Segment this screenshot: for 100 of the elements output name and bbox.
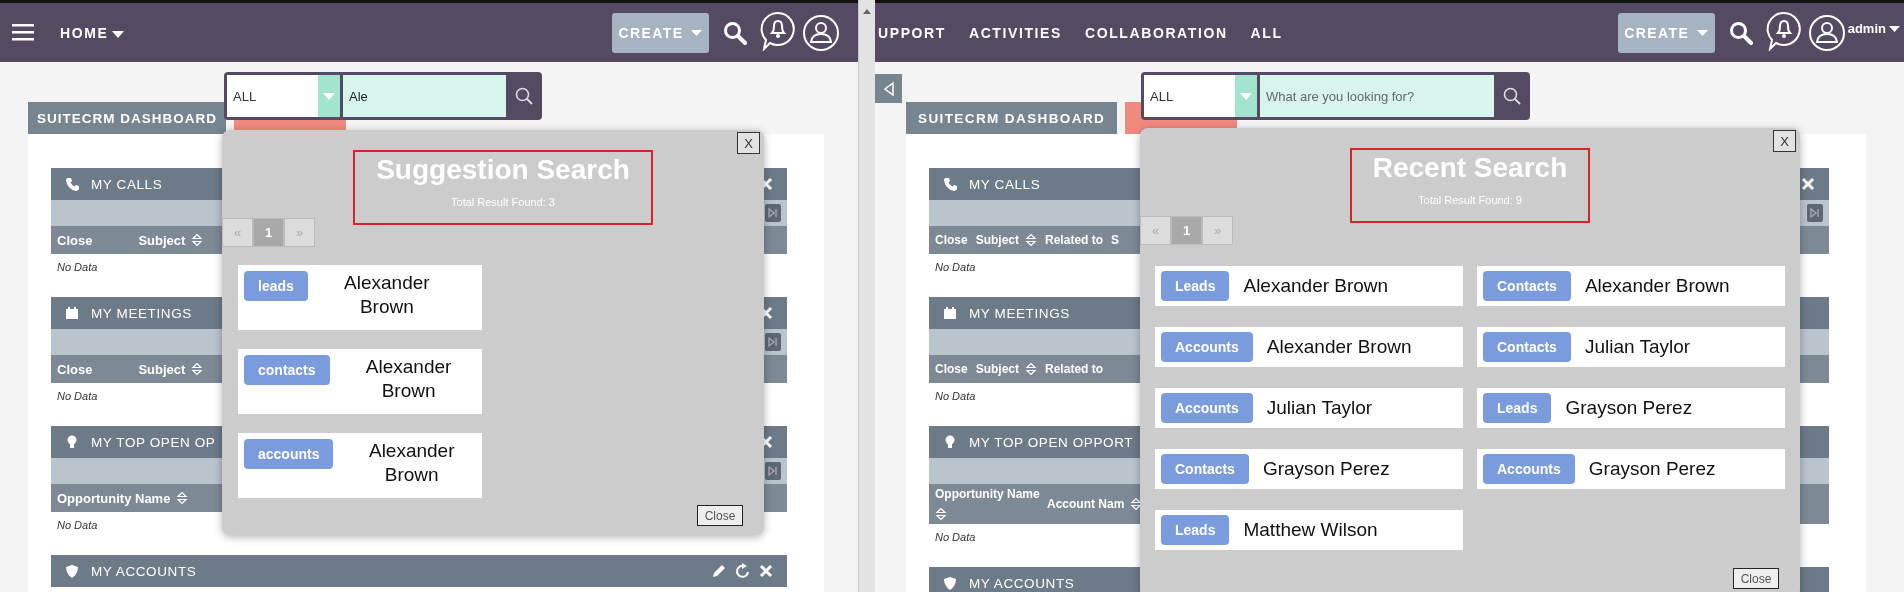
result-card[interactable]: Leads Matthew Wilson [1155, 510, 1463, 550]
calendar-icon [943, 306, 957, 320]
caret-icon [1697, 29, 1709, 36]
result-name: Alexander Brown [1584, 275, 1730, 297]
column-header[interactable]: Opportunity Name [935, 487, 1040, 501]
column-header[interactable]: S [1111, 233, 1120, 247]
close-button[interactable]: Close [1733, 568, 1779, 589]
result-name: Julian Taylor [1584, 336, 1691, 358]
result-name: Alexander Brown [1266, 336, 1412, 358]
nav-link[interactable]: COLLABORATION [1084, 24, 1228, 41]
empty-message: No Data [935, 261, 976, 273]
column-header[interactable]: Close [57, 232, 93, 248]
search-field[interactable]: Ale [343, 75, 506, 117]
column-header[interactable]: Close [935, 233, 968, 247]
phone-icon [943, 177, 957, 191]
menu-button[interactable] [12, 24, 34, 41]
user-menu[interactable]: admin [1845, 21, 1900, 36]
triangle-left-icon [882, 81, 895, 96]
result-card[interactable]: Leads Grayson Perez [1477, 388, 1785, 428]
result-card[interactable]: Accounts Julian Taylor [1155, 388, 1463, 428]
close-icon[interactable] [1801, 177, 1815, 191]
result-card[interactable]: contacts Alexander Brown [238, 349, 482, 414]
notification-bell-icon[interactable] [1764, 10, 1803, 51]
caret-icon [691, 29, 703, 36]
phone-icon [65, 177, 79, 191]
caret-icon [1235, 75, 1257, 117]
result-card[interactable]: leads Alexander Brown [238, 265, 482, 330]
result-name: Alexander Brown [364, 355, 453, 403]
column-header[interactable]: Close [57, 361, 93, 377]
pencil-icon[interactable] [711, 563, 727, 579]
result-card[interactable]: Accounts Grayson Perez [1477, 449, 1785, 489]
module-tag: Contacts [1483, 271, 1571, 301]
search-icon [1503, 87, 1521, 105]
close-button[interactable]: X [1773, 130, 1796, 152]
result-card[interactable]: accounts Alexander Brown [238, 433, 482, 498]
module-tag: Accounts [1483, 454, 1575, 484]
dashlet-title: MY TOP OPEN OPPORT [969, 434, 1134, 450]
sort-icon[interactable] [935, 507, 947, 521]
sort-icon[interactable] [191, 362, 204, 376]
close-icon[interactable] [759, 564, 773, 578]
column-header[interactable]: Opportunity Name [57, 490, 171, 506]
empty-message: No Data [57, 261, 98, 273]
result-card[interactable]: Contacts Julian Taylor [1477, 327, 1785, 367]
last-page-icon[interactable] [765, 204, 781, 222]
module-tag: contacts [244, 355, 330, 385]
last-page-icon[interactable] [1807, 204, 1823, 222]
sort-icon[interactable] [1025, 362, 1038, 376]
result-name: Grayson Perez [1588, 458, 1716, 480]
result-name: Grayson Perez [1262, 458, 1390, 480]
column-header[interactable]: Related to [1045, 362, 1104, 376]
column-header[interactable]: Account Nam [1047, 497, 1125, 511]
result-card[interactable]: Accounts Alexander Brown [1155, 327, 1463, 367]
notification-bell-icon[interactable] [759, 10, 797, 51]
module-tag: Leads [1483, 393, 1552, 423]
result-name: Alexander Brown [343, 271, 431, 319]
result-card[interactable]: Contacts Grayson Perez [1155, 449, 1463, 489]
nav-link[interactable]: UPPORT [878, 24, 946, 41]
column-header[interactable]: Close [935, 362, 968, 376]
search-icon [515, 87, 533, 105]
column-header[interactable]: Subject [138, 361, 186, 377]
column-header[interactable]: Related to [1045, 233, 1104, 247]
sort-icon[interactable] [191, 233, 204, 247]
filter-dropdown[interactable]: ALL [1144, 75, 1257, 117]
lightbulb-icon [65, 435, 79, 449]
nav-link[interactable]: ALL [1250, 24, 1283, 41]
search-icon[interactable] [723, 20, 747, 45]
module-tag: leads [244, 271, 308, 301]
module-tag: Accounts [1161, 332, 1253, 362]
filter-dropdown[interactable]: ALL [227, 75, 340, 117]
dashlet-title: MY MEETINGS [91, 305, 192, 321]
result-name: Julian Taylor [1266, 397, 1373, 419]
close-button[interactable]: X [737, 132, 760, 154]
search-icon[interactable] [1728, 20, 1753, 45]
dashlet-title: MY CALLS [91, 176, 163, 192]
user-avatar-icon[interactable] [1807, 13, 1846, 52]
user-avatar-icon[interactable] [802, 13, 840, 52]
search-field[interactable]: What are you looking for? [1260, 75, 1494, 117]
module-tag: Accounts [1161, 393, 1253, 423]
nav-link[interactable]: HOME [60, 24, 125, 41]
sort-icon[interactable] [1025, 233, 1038, 247]
column-header[interactable]: Subject [975, 233, 1020, 247]
column-header[interactable]: Subject [138, 232, 186, 248]
module-tag: Contacts [1483, 332, 1571, 362]
column-header[interactable]: Subject [975, 362, 1020, 376]
sort-icon[interactable] [1130, 497, 1143, 511]
result-name: Grayson Perez [1565, 397, 1693, 419]
result-card[interactable]: Contacts Alexander Brown [1477, 266, 1785, 306]
sort-icon[interactable] [176, 491, 189, 505]
refresh-icon[interactable] [735, 563, 751, 579]
tab[interactable]: SUITECRM DASHBOARD [906, 102, 1118, 134]
last-page-icon[interactable] [765, 333, 781, 351]
dashlet-title: MY ACCOUNTS [969, 575, 1075, 591]
scroll-up-icon[interactable] [863, 8, 871, 14]
result-card[interactable]: Leads Alexander Brown [1155, 266, 1463, 306]
last-page-icon[interactable] [765, 462, 781, 480]
lightbulb-icon [943, 435, 957, 449]
sidebar-toggle[interactable] [875, 74, 902, 103]
tab[interactable]: SUITECRM DASHBOARD [28, 102, 226, 134]
nav-link[interactable]: ACTIVITIES [968, 24, 1062, 41]
close-button[interactable]: Close [697, 505, 743, 526]
